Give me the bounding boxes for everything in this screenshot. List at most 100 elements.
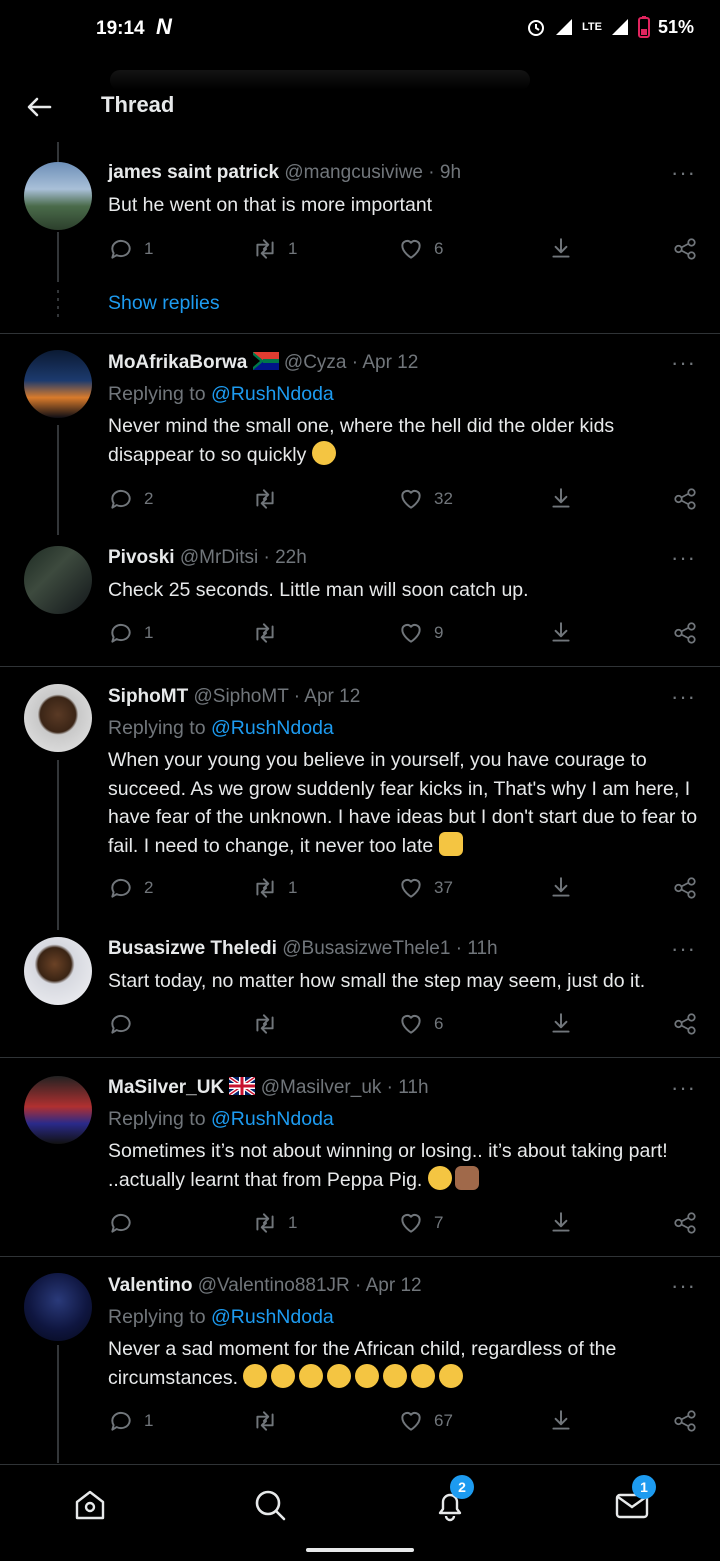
retweet-icon — [252, 1408, 278, 1434]
share-button[interactable] — [548, 236, 574, 262]
reply-icon — [108, 486, 134, 512]
search-icon[interactable] — [250, 1485, 290, 1525]
avatar[interactable] — [24, 937, 92, 1005]
like-button[interactable]: 7 — [398, 1210, 443, 1236]
share-via-button[interactable] — [672, 620, 698, 646]
share-via-button[interactable] — [672, 486, 698, 512]
reply-count: 1 — [144, 1411, 154, 1430]
like-button[interactable]: 9 — [398, 620, 443, 646]
tweet-text: Sometimes it’s not about winning or losi… — [108, 1140, 668, 1191]
reply-button[interactable]: 1 — [108, 236, 153, 262]
page-title: Thread — [101, 92, 175, 117]
share-button[interactable] — [548, 620, 574, 646]
like-button[interactable]: 32 — [398, 486, 453, 512]
reply-icon — [108, 620, 134, 646]
mention-link[interactable]: @RushNdoda — [211, 717, 334, 739]
more-options-icon[interactable]: ··· — [671, 936, 696, 962]
laughing-emoji-icons — [243, 1363, 464, 1389]
netflix-notification-icon: N — [156, 14, 172, 39]
heart-icon — [398, 1408, 424, 1434]
reply-icon — [108, 1011, 134, 1037]
author-name[interactable]: Pivoski — [108, 547, 175, 568]
share-via-button[interactable] — [672, 236, 698, 262]
like-count: 9 — [434, 623, 444, 642]
more-options-icon[interactable]: ··· — [671, 160, 696, 186]
share-network-icon — [672, 620, 698, 646]
status-bar: 19:14 N LTE 51% — [0, 0, 720, 60]
more-options-icon[interactable]: ··· — [671, 1075, 696, 1101]
like-button[interactable]: 37 — [398, 875, 453, 901]
reply-button[interactable]: 1 — [108, 620, 153, 646]
share-via-button[interactable] — [672, 1210, 698, 1236]
reply-button[interactable] — [108, 1011, 144, 1037]
author-handle: @Masilver_uk · 11h — [260, 1077, 429, 1098]
mention-link[interactable]: @RushNdoda — [211, 1108, 334, 1130]
share-button[interactable] — [548, 1011, 574, 1037]
avatar[interactable] — [24, 1076, 92, 1144]
like-button[interactable]: 6 — [398, 236, 443, 262]
author-name[interactable]: MoAfrikaBorwa — [108, 352, 247, 373]
share-button[interactable] — [548, 1210, 574, 1236]
like-count: 6 — [434, 1014, 444, 1033]
reply-count: 1 — [144, 239, 154, 258]
reply-button[interactable]: 2 — [108, 486, 153, 512]
author-name[interactable]: Busasizwe Theledi — [108, 938, 277, 959]
share-icon — [548, 620, 574, 646]
heart-icon — [398, 620, 424, 646]
share-via-button[interactable] — [672, 875, 698, 901]
show-replies-link[interactable]: Show replies — [108, 292, 220, 315]
thread-header: Thread — [0, 70, 720, 140]
retweet-button[interactable] — [252, 620, 288, 646]
thumbs-up-emoji-icon — [454, 1165, 479, 1190]
author-name[interactable]: SiphoMT — [108, 686, 188, 707]
share-via-button[interactable] — [672, 1408, 698, 1434]
like-button[interactable]: 6 — [398, 1011, 443, 1037]
share-icon — [548, 1408, 574, 1434]
back-arrow-icon[interactable] — [24, 92, 54, 122]
share-network-icon — [672, 1408, 698, 1434]
retweet-button[interactable] — [252, 486, 288, 512]
share-icon — [548, 236, 574, 262]
retweet-button[interactable] — [252, 1011, 288, 1037]
retweet-button[interactable]: 1 — [252, 236, 297, 262]
heart-icon — [398, 1011, 424, 1037]
reply-button[interactable]: 1 — [108, 1408, 153, 1434]
share-network-icon — [672, 875, 698, 901]
like-button[interactable]: 67 — [398, 1408, 453, 1434]
more-options-icon[interactable]: ··· — [671, 545, 696, 571]
like-count: 7 — [434, 1213, 444, 1232]
like-count: 6 — [434, 239, 444, 258]
retweet-button[interactable]: 1 — [252, 875, 297, 901]
retweet-icon — [252, 875, 278, 901]
reply-button[interactable] — [108, 1210, 144, 1236]
home-indicator[interactable] — [306, 1548, 414, 1552]
more-options-icon[interactable]: ··· — [671, 1273, 696, 1299]
avatar[interactable] — [24, 1273, 92, 1341]
more-options-icon[interactable]: ··· — [671, 684, 696, 710]
like-count: 37 — [434, 878, 453, 897]
author-name[interactable]: james saint patrick — [108, 162, 279, 183]
avatar[interactable] — [24, 162, 92, 230]
author-name[interactable]: Valentino — [108, 1275, 192, 1296]
author-handle: @MrDitsi · 22h — [179, 547, 307, 568]
mention-link[interactable]: @RushNdoda — [211, 383, 334, 405]
retweet-button[interactable] — [252, 1408, 288, 1434]
avatar[interactable] — [24, 350, 92, 418]
author-name[interactable]: MaSilver_UK — [108, 1077, 224, 1098]
retweet-icon — [252, 236, 278, 262]
retweet-button[interactable]: 1 — [252, 1210, 297, 1236]
share-button[interactable] — [548, 875, 574, 901]
avatar[interactable] — [24, 546, 92, 614]
share-button[interactable] — [548, 1408, 574, 1434]
status-time: 19:14 — [96, 18, 145, 39]
retweet-icon — [252, 1210, 278, 1236]
reply-button[interactable]: 2 — [108, 875, 153, 901]
mention-link[interactable]: @RushNdoda — [211, 1306, 334, 1328]
home-icon[interactable] — [70, 1485, 110, 1525]
share-button[interactable] — [548, 486, 574, 512]
share-via-button[interactable] — [672, 1011, 698, 1037]
thread-line — [57, 425, 59, 535]
more-options-icon[interactable]: ··· — [671, 350, 696, 376]
retweet-icon — [252, 486, 278, 512]
avatar[interactable] — [24, 684, 92, 752]
